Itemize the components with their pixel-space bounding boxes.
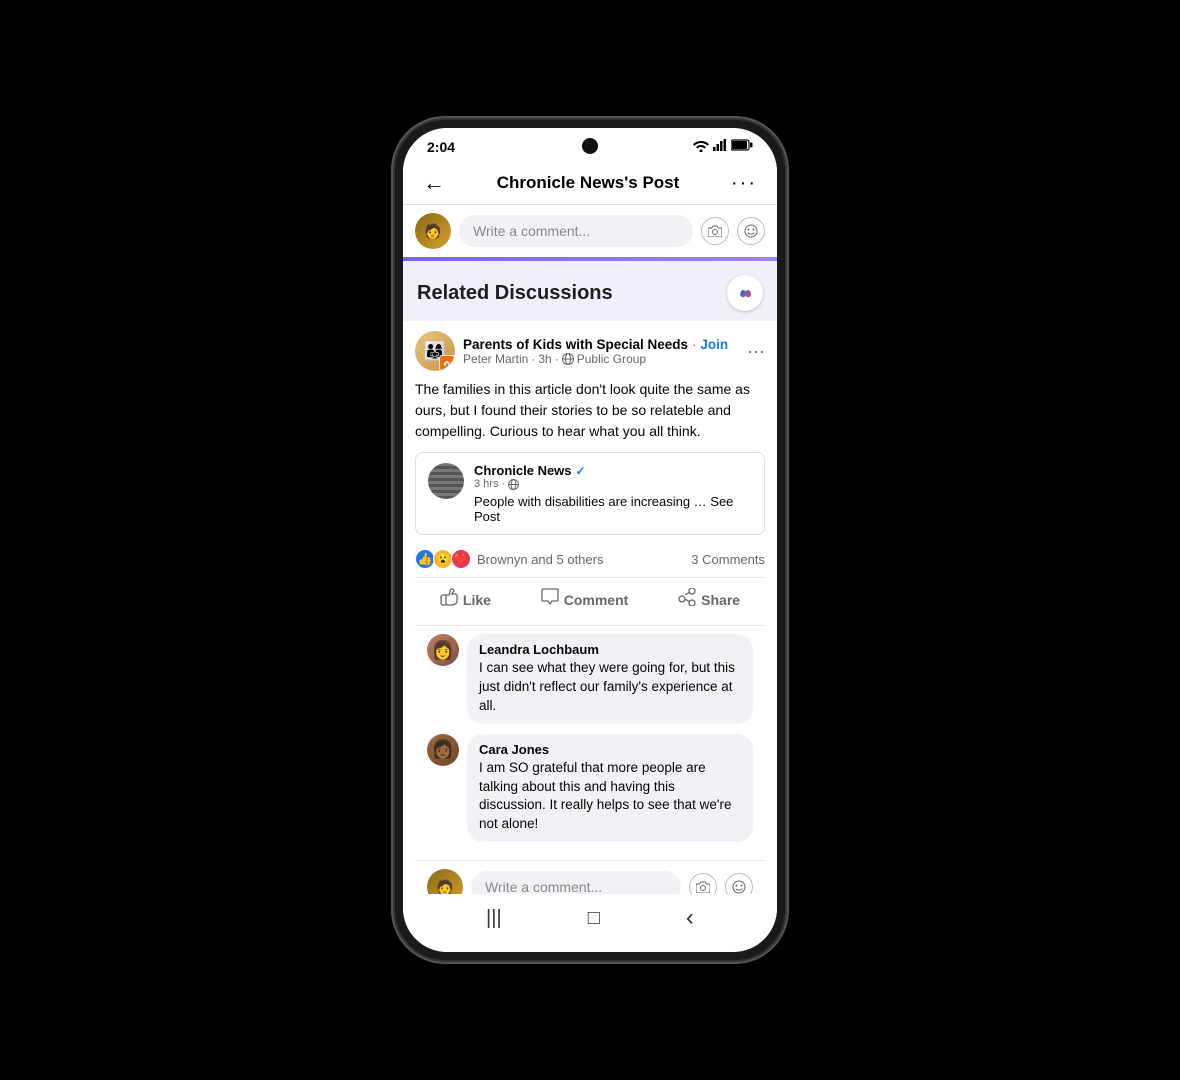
nav-bar: ← Chronicle News's Post ··· [403,160,777,205]
post-body: The families in this article don't look … [415,379,765,442]
scroll-content: 🧑 Write a comment... [403,205,777,894]
reaction-emojis: 👍 😮 ❤️ [415,549,471,569]
meta-logo [727,275,763,311]
wow-emoji: 😮 [433,549,453,569]
comment-avatar-2: 👩🏾 [427,734,459,766]
bottom-comment-input[interactable]: Write a comment... [471,871,681,894]
comment-item: 👩 Leandra Lochbaum I can see what they w… [427,634,753,724]
post-meta: Peter Martin · 3h · Public Group [463,352,739,366]
comment-icon [541,588,559,611]
camera-icon-bottom[interactable] [689,873,717,894]
back-button[interactable]: ← [423,170,445,196]
post-header-info: Parents of Kids with Special Needs · Joi… [463,337,739,366]
camera-icon-top[interactable] [701,217,729,245]
camera-notch [582,138,598,154]
user-avatar-top: 🧑 [415,213,451,249]
related-discussions-header: Related Discussions [403,261,777,321]
bottom-home-button[interactable]: □ [588,907,600,930]
comment-bubble-2: Cara Jones I am SO grateful that more pe… [467,734,753,843]
post-more-button[interactable]: ··· [747,341,765,362]
comment-author-1: Leandra Lochbaum [479,642,741,657]
bottom-back-button[interactable]: ‹ [686,904,694,932]
verified-icon: ✓ [576,464,586,478]
comments-section: 👩 Leandra Lochbaum I can see what they w… [415,626,765,860]
embedded-meta: 3 hrs · [474,478,752,490]
post-card: 👨‍👩‍👧 🏠 Parents of Kids with Special Nee… [403,321,777,894]
embedded-text: People with disabilities are increasing … [474,494,752,524]
reactions-text[interactable]: Brownyn and 5 others [477,552,603,567]
embedded-post[interactable]: Chronicle News ✓ 3 hrs · [415,452,765,535]
like-icon [440,588,458,611]
group-name: Parents of Kids with Special Needs [463,337,688,352]
post-author: Peter Martin [463,352,528,366]
embedded-source-name: Chronicle News ✓ [474,463,752,478]
related-discussions-title: Related Discussions [417,282,613,305]
embedded-avatar [428,463,464,499]
share-button[interactable]: Share [666,582,752,617]
comment-text-1: I can see what they were going for, but … [479,659,741,716]
comment-label: Comment [564,592,629,608]
top-comment-input-bar: 🧑 Write a comment... [403,205,777,257]
share-label: Share [701,592,740,608]
sticker-icon-bottom[interactable] [725,873,753,894]
group-badge: 🏠 [439,355,455,371]
page-title: Chronicle News's Post [497,173,680,193]
group-name-row: Parents of Kids with Special Needs · Joi… [463,337,739,352]
signal-icon [713,138,727,156]
embedded-content: Chronicle News ✓ 3 hrs · [474,463,752,524]
share-icon [678,588,696,611]
bottom-nav: ||| □ ‹ [403,894,777,952]
group-avatar: 👨‍👩‍👧 🏠 [415,331,455,371]
post-time: 3h [538,352,551,366]
status-icons [693,138,753,156]
comments-count[interactable]: 3 Comments [691,552,765,567]
like-label: Like [463,592,491,608]
join-button[interactable]: Join [700,337,728,352]
comment-icons-bottom [689,873,753,894]
like-emoji: 👍 [415,549,435,569]
comment-avatar-1: 👩 [427,634,459,666]
bottom-comment-bar: 🧑 Write a comment... [415,860,765,894]
status-time: 2:04 [427,139,455,155]
comment-button[interactable]: Comment [529,582,641,617]
comment-bubble-1: Leandra Lochbaum I can see what they wer… [467,634,753,724]
post-header: 👨‍👩‍👧 🏠 Parents of Kids with Special Nee… [415,331,765,371]
comment-icons-top [701,217,765,245]
comment-text-2: I am SO grateful that more people are ta… [479,759,741,835]
action-buttons: Like Comment [415,578,765,626]
more-options-button[interactable]: ··· [731,172,757,195]
wifi-icon [693,140,709,155]
comment-item-2: 👩🏾 Cara Jones I am SO grateful that more… [427,734,753,843]
reactions-row: 👍 😮 ❤️ Brownyn and 5 others 3 Comments [415,545,765,578]
user-avatar-bottom: 🧑 [427,869,463,894]
bottom-menu-button[interactable]: ||| [486,907,502,930]
top-comment-input[interactable]: Write a comment... [459,215,693,247]
heart-emoji: ❤️ [451,549,471,569]
battery-icon [731,138,753,156]
like-button[interactable]: Like [428,582,503,617]
sticker-icon-top[interactable] [737,217,765,245]
post-group-type: Public Group [577,352,646,366]
comment-author-2: Cara Jones [479,742,741,757]
